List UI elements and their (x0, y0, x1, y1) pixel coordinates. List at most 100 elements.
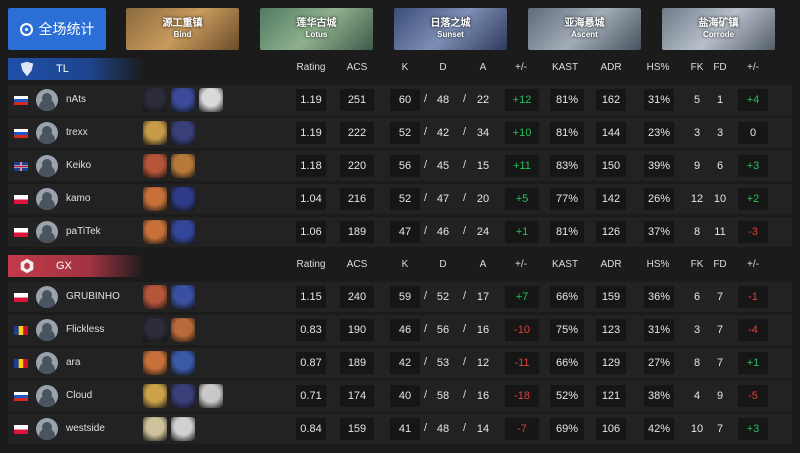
flag-icon-ro (14, 326, 28, 335)
player-row[interactable]: ara 0.87 189 42 53 12 -11 66% 129 27% 8 7 +1// (0, 348, 800, 378)
stat-a: 12 (476, 357, 490, 369)
player-row[interactable]: nAts 1.19 251 60 48 22 +12 81% 162 31% 5 1 +4// (0, 85, 800, 115)
player-row[interactable]: trexx 1.19 222 52 42 34 +10 81% 144 23% 3 3 0// (0, 118, 800, 148)
stat-fd: 9 (716, 390, 724, 402)
player-name[interactable]: nAts (66, 94, 86, 105)
team-name: TL (56, 63, 69, 75)
target-icon (19, 22, 33, 36)
stat-pm: -11 (505, 352, 539, 374)
stat-fpm: +4 (738, 89, 768, 111)
stat-pm: -7 (505, 418, 539, 440)
stat-fpm: 0 (738, 122, 768, 144)
column-header-3: D (439, 62, 447, 73)
stat-adr: 150 (596, 155, 626, 177)
team-banner: TL (8, 58, 144, 80)
player-name[interactable]: kamo (66, 193, 90, 204)
overall-stats-button[interactable]: 全场统计 (8, 8, 106, 50)
flag-icon-pl (14, 425, 28, 434)
map-name-cn: 莲华古城 (296, 18, 337, 29)
kda-separator: / (463, 290, 467, 302)
agent-icon (199, 88, 223, 112)
stat-a: 17 (476, 291, 490, 303)
player-row[interactable]: kamo 1.04 216 52 47 20 +5 77% 142 26% 12 10 +2// (0, 184, 800, 214)
stat-k: 40 (390, 385, 420, 407)
top-bar: 全场统计 源工重镇 Bind 莲华古城 Lotus 日落之城 Sunset 亚海悬城 Asce… (0, 0, 800, 56)
stat-fd: 7 (716, 324, 724, 336)
agent-icon (171, 384, 195, 408)
stat-kast: 83% (550, 155, 584, 177)
player-name[interactable]: paTiTek (66, 226, 101, 237)
player-avatar (36, 352, 58, 374)
kda-separator: / (424, 93, 428, 105)
agent-icon (171, 351, 195, 375)
stat-kast: 81% (550, 89, 584, 111)
agent-icon (143, 417, 167, 441)
player-row[interactable]: Cloud 0.71 174 40 58 16 -18 52% 121 38% 4 9 -5// (0, 381, 800, 411)
player-name[interactable]: westside (66, 423, 105, 434)
column-header-2: K (401, 62, 409, 73)
stat-adr: 129 (596, 352, 626, 374)
player-name[interactable]: Cloud (66, 390, 92, 401)
player-row[interactable]: Flickless 0.83 190 46 56 16 -10 75% 123 31% 3 7 -4// (0, 315, 800, 345)
map-tab-corrode[interactable]: 盐海矿镇 Corrode (662, 8, 775, 50)
agent-icon (143, 88, 167, 112)
map-tab-sunset[interactable]: 日落之城 Sunset (394, 8, 507, 50)
team-name: GX (56, 260, 72, 272)
stat-hs: 26% (644, 188, 674, 210)
stat-fpm: +3 (738, 155, 768, 177)
stat-adr: 142 (596, 188, 626, 210)
stat-rating: 0.71 (296, 385, 326, 407)
stat-fd: 6 (716, 160, 724, 172)
column-header-10: FD (713, 259, 727, 270)
agent-icon (171, 220, 195, 244)
column-header-2: K (401, 259, 409, 270)
kda-separator: / (463, 225, 467, 237)
stat-d: 45 (436, 160, 450, 172)
stat-rating: 1.06 (296, 221, 326, 243)
kda-separator: / (463, 389, 467, 401)
player-name[interactable]: trexx (66, 127, 88, 138)
player-row[interactable]: paTiTek 1.06 189 47 46 24 +1 81% 126 37% 8 11 -3// (0, 217, 800, 247)
stat-fpm: -1 (738, 286, 768, 308)
stat-pm: +1 (505, 221, 539, 243)
kda-separator: / (424, 192, 428, 204)
player-row[interactable]: GRUBINHO 1.15 240 59 52 17 +7 66% 159 36% 6 7 -1// (0, 282, 800, 312)
map-name-en: Corrode (702, 30, 735, 39)
map-tab-lotus[interactable]: 莲华古城 Lotus (260, 8, 373, 50)
stat-k: 59 (390, 286, 420, 308)
stat-pm: +7 (505, 286, 539, 308)
player-name[interactable]: Flickless (66, 324, 104, 335)
stat-kast: 66% (550, 352, 584, 374)
player-row[interactable]: westside 0.84 159 41 48 14 -7 69% 106 42% 10 7 +3// (0, 414, 800, 444)
stat-acs: 222 (340, 122, 374, 144)
player-row[interactable]: Keiko 1.18 220 56 45 15 +11 83% 150 39% 9 6 +3// (0, 151, 800, 181)
kda-separator: / (463, 422, 467, 434)
stat-d: 46 (436, 226, 450, 238)
agent-icon (171, 417, 195, 441)
column-header-4: A (479, 62, 487, 73)
player-name[interactable]: Keiko (66, 160, 91, 171)
player-name[interactable]: GRUBINHO (66, 291, 120, 302)
flag-icon-ru (14, 392, 28, 401)
team-logo-icon (16, 58, 38, 80)
stat-kast: 52% (550, 385, 584, 407)
map-tab-ascent[interactable]: 亚海悬城 Ascent (528, 8, 641, 50)
team-header-tl: TL Rating ACS K D A +/- KAST ADR HS% FK FD +/- (0, 58, 800, 80)
kda-separator: / (463, 356, 467, 368)
stat-fpm: +3 (738, 418, 768, 440)
player-avatar (36, 89, 58, 111)
stat-fpm: +2 (738, 188, 768, 210)
agent-icon (171, 121, 195, 145)
stat-adr: 162 (596, 89, 626, 111)
stat-d: 56 (436, 324, 450, 336)
player-name[interactable]: ara (66, 357, 80, 368)
stat-adr: 144 (596, 122, 626, 144)
stat-adr: 126 (596, 221, 626, 243)
map-name-en: Bind (173, 30, 192, 39)
stat-hs: 38% (644, 385, 674, 407)
column-header-6: KAST (551, 259, 579, 270)
map-tab-bind[interactable]: 源工重镇 Bind (126, 8, 239, 50)
kda-separator: / (424, 126, 428, 138)
stat-adr: 106 (596, 418, 626, 440)
kda-separator: / (424, 356, 428, 368)
